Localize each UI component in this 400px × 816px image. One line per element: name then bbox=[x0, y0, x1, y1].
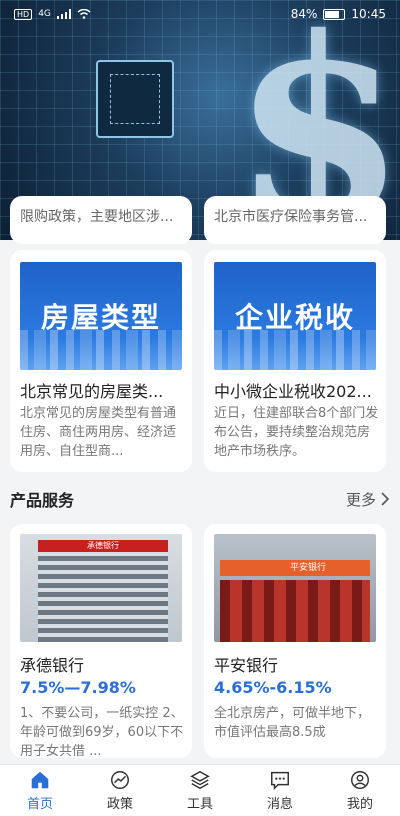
news-thumbnail: 企业税收 bbox=[214, 262, 376, 370]
bank-sign: 承德银行 bbox=[38, 540, 168, 552]
battery-percent: 84% bbox=[290, 7, 318, 21]
news-title: 中小微企业税收202... bbox=[214, 382, 372, 401]
news-thumbnail: 房屋类型 bbox=[20, 262, 182, 370]
cellular-icon bbox=[56, 9, 71, 19]
product-name: 平安银行 bbox=[214, 656, 279, 675]
signal-icon: 4G bbox=[38, 9, 51, 19]
partial-card-right[interactable]: 北京市医疗保险事务管... bbox=[204, 196, 386, 244]
tab-label: 我的 bbox=[346, 797, 373, 812]
product-rate: 7.5%—7.98% bbox=[20, 678, 136, 697]
news-description: 近日，住建部联合8个部门发布公告，要持续整治规范房地产市场秩序。 bbox=[214, 406, 379, 459]
trend-chart-icon bbox=[111, 771, 129, 789]
product-services-header: 产品服务 更多 bbox=[10, 486, 390, 512]
battery-icon bbox=[323, 8, 346, 20]
product-description: 1、不要公司，一纸实控 2、年龄可做到69岁，60以下不用子女共借 ... bbox=[20, 706, 184, 759]
product-card-pingan-bank[interactable]: 平安银行 平安银行 4.65%-6.15% 全北京房产，可做半地下，市值评估最高… bbox=[204, 524, 386, 758]
city-skyline bbox=[214, 330, 376, 370]
tab-messages[interactable]: 消息 bbox=[240, 765, 320, 816]
layers-icon bbox=[190, 770, 210, 790]
user-icon bbox=[351, 771, 369, 789]
more-link[interactable]: 更多 bbox=[346, 489, 390, 510]
partial-card-left[interactable]: 限购政策，主要地区涉... bbox=[10, 196, 192, 244]
bank-sign: 平安银行 bbox=[220, 560, 370, 576]
chip-graphic bbox=[96, 60, 174, 138]
building-facade bbox=[38, 542, 168, 642]
more-label: 更多 bbox=[345, 490, 376, 509]
tab-policy[interactable]: 政策 bbox=[80, 765, 160, 816]
city-skyline bbox=[20, 330, 182, 370]
bank-building-photo: 承德银行 bbox=[20, 534, 182, 642]
tab-label: 消息 bbox=[266, 797, 293, 812]
bank-branch-photo: 平安银行 bbox=[214, 534, 376, 642]
home-icon bbox=[31, 771, 49, 789]
product-rate: 4.65%-6.15% bbox=[214, 678, 332, 697]
product-name: 承德银行 bbox=[20, 656, 85, 675]
tab-label: 首页 bbox=[26, 797, 53, 812]
news-card-housing-types[interactable]: 房屋类型 北京常见的房屋类... 北京常见的房屋类型有普通住房、商住两用房、经济… bbox=[10, 250, 192, 472]
clock: 10:45 bbox=[351, 7, 386, 21]
tab-tools[interactable]: 工具 bbox=[160, 765, 240, 816]
chevron-right-icon bbox=[381, 492, 390, 506]
partial-card-text: 限购政策，主要地区涉... bbox=[20, 209, 174, 225]
news-card-enterprise-tax[interactable]: 企业税收 中小微企业税收202... 近日，住建部联合8个部门发布公告，要持续整… bbox=[204, 250, 386, 472]
thumbnail-text: 企业税收 bbox=[234, 301, 355, 334]
tab-label: 工具 bbox=[186, 797, 213, 812]
product-card-chengde-bank[interactable]: 承德银行 承德银行 7.5%—7.98% 1、不要公司，一纸实控 2、年龄可做到… bbox=[10, 524, 192, 759]
product-description: 全北京房产，可做半地下，市值评估最高8.5成 bbox=[214, 706, 371, 740]
tab-profile[interactable]: 我的 bbox=[320, 765, 400, 816]
news-title: 北京常见的房屋类... bbox=[20, 382, 164, 401]
tab-label: 政策 bbox=[106, 797, 133, 812]
storefront bbox=[220, 580, 370, 642]
tab-home[interactable]: 首页 bbox=[0, 765, 80, 816]
status-bar: HD 4G 84% 10:45 bbox=[0, 0, 400, 28]
hd-badge: HD bbox=[14, 8, 33, 20]
wifi-icon bbox=[77, 9, 91, 19]
section-title: 产品服务 bbox=[10, 491, 75, 510]
chat-bubble-icon bbox=[271, 771, 289, 791]
thumbnail-text: 房屋类型 bbox=[40, 301, 161, 334]
news-description: 北京常见的房屋类型有普通住房、商住两用房、经济适用房、自住型商... bbox=[20, 406, 177, 459]
partial-card-text: 北京市医疗保险事务管... bbox=[214, 209, 368, 225]
bottom-tab-bar: 首页 政策 工具 消息 我的 bbox=[0, 764, 400, 816]
